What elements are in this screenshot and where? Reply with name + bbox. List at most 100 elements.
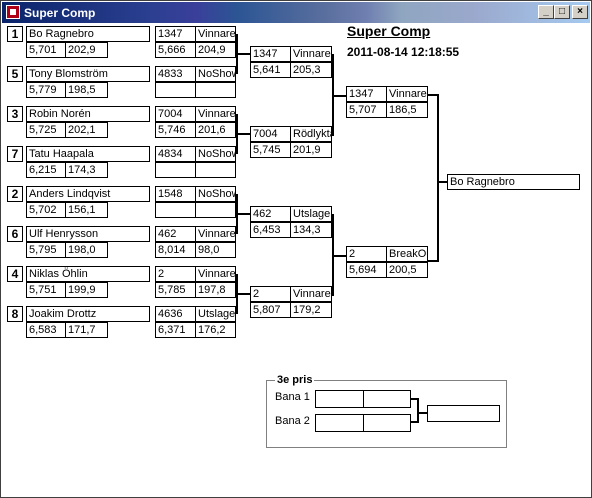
status-field[interactable]: Vinnare [290,46,332,62]
status-field[interactable]: Utslagen [195,306,236,322]
car-number-field[interactable]: 4636 [155,306,196,322]
racer-name-field[interactable]: Robin Norén [26,106,150,122]
speed-field[interactable]: 204,9 [195,42,236,58]
winner-field[interactable]: Bo Ragnebro [447,174,580,190]
page-title: Super Comp [347,23,431,39]
speed-field[interactable]: 171,7 [65,322,108,338]
reaction-time-field[interactable]: 5,795 [26,242,66,258]
reaction-time-field[interactable]: 5,641 [250,62,291,78]
status-field[interactable]: Vinnare [195,106,236,122]
status-field[interactable]: Vinnare [386,86,428,102]
status-field[interactable]: Vinnare [290,286,332,302]
bracket-line [236,133,250,135]
speed-field[interactable]: 134,3 [290,222,332,238]
reaction-time-field[interactable]: 5,779 [26,82,66,98]
third-place-winner-field[interactable] [427,405,500,422]
reaction-time-field[interactable]: 5,701 [26,42,66,58]
racer-name-field[interactable]: Bo Ragnebro [26,26,150,42]
reaction-time-field[interactable]: 6,583 [26,322,66,338]
bracket-line [437,94,439,262]
bracket-line [428,94,439,96]
lane2-time-field[interactable] [363,414,411,432]
speed-field[interactable]: 174,3 [65,162,108,178]
status-field[interactable]: NoShow [195,186,236,202]
reaction-time-field[interactable] [155,202,196,218]
seed-badge: 8 [7,306,23,322]
status-field[interactable]: Utslagen [290,206,332,222]
bracket-line [428,260,439,262]
reaction-time-field[interactable]: 5,666 [155,42,196,58]
speed-field[interactable]: 202,1 [65,122,108,138]
racer-name-field[interactable]: Tony Blomström [26,66,150,82]
car-number-field[interactable]: 2 [155,266,196,282]
status-field[interactable]: Rödlyktan [290,126,332,142]
status-field[interactable]: Vinnare [195,26,236,42]
car-number-field[interactable]: 1347 [346,86,387,102]
speed-field[interactable]: 200,5 [386,262,428,278]
car-number-field[interactable]: 1548 [155,186,196,202]
status-field[interactable]: Vinnare [195,226,236,242]
speed-field[interactable]: 197,8 [195,282,236,298]
racer-name-field[interactable]: Niklas Öhlin [26,266,150,282]
reaction-time-field[interactable]: 6,453 [250,222,291,238]
speed-field[interactable]: 201,6 [195,122,236,138]
lane2-car-field[interactable] [315,414,364,432]
speed-field[interactable] [195,162,236,178]
car-number-field[interactable]: 7004 [155,106,196,122]
car-number-field[interactable]: 462 [155,226,196,242]
speed-field[interactable]: 176,2 [195,322,236,338]
speed-field[interactable] [195,202,236,218]
car-number-field[interactable]: 4833 [155,66,196,82]
car-number-field[interactable]: 462 [250,206,291,222]
speed-field[interactable] [195,82,236,98]
car-number-field[interactable]: 1347 [155,26,196,42]
racer-name-field[interactable]: Joakim Drottz [26,306,150,322]
minimize-button[interactable]: _ [538,5,554,19]
bracket-line [236,293,250,295]
speed-field[interactable]: 186,5 [386,102,428,118]
car-number-field[interactable]: 2 [250,286,291,302]
reaction-time-field[interactable]: 5,707 [346,102,387,118]
reaction-time-field[interactable]: 8,014 [155,242,196,258]
title-bar[interactable]: Super Comp _ □ × [2,2,590,23]
reaction-time-field[interactable]: 5,702 [26,202,66,218]
speed-field[interactable]: 202,9 [65,42,108,58]
racer-name-field[interactable]: Tatu Haapala [26,146,150,162]
maximize-button[interactable]: □ [554,5,570,19]
close-button[interactable]: × [572,5,588,19]
speed-field[interactable]: 156,1 [65,202,108,218]
reaction-time-field[interactable]: 5,751 [26,282,66,298]
speed-field[interactable]: 98,0 [195,242,236,258]
reaction-time-field[interactable]: 5,807 [250,302,291,318]
racer-name-field[interactable]: Anders Lindqvist [26,186,150,202]
reaction-time-field[interactable] [155,162,196,178]
car-number-field[interactable]: 7004 [250,126,291,142]
bracket-line [417,398,419,422]
car-number-field[interactable]: 4834 [155,146,196,162]
reaction-time-field[interactable]: 5,746 [155,122,196,138]
speed-field[interactable]: 198,5 [65,82,108,98]
reaction-time-field[interactable] [155,82,196,98]
car-number-field[interactable]: 2 [346,246,387,262]
car-number-field[interactable]: 1347 [250,46,291,62]
lane1-time-field[interactable] [363,390,411,408]
status-field[interactable]: Vinnare [195,266,236,282]
status-field[interactable]: NoShow [195,146,236,162]
status-field[interactable]: BreakOut [386,246,428,262]
reaction-time-field[interactable]: 5,785 [155,282,196,298]
reaction-time-field[interactable]: 6,371 [155,322,196,338]
reaction-time-field[interactable]: 5,725 [26,122,66,138]
reaction-time-field[interactable]: 5,745 [250,142,291,158]
speed-field[interactable]: 199,9 [65,282,108,298]
bracket-line [332,255,346,257]
speed-field[interactable]: 205,3 [290,62,332,78]
status-field[interactable]: NoShow [195,66,236,82]
speed-field[interactable]: 198,0 [65,242,108,258]
lane1-car-field[interactable] [315,390,364,408]
reaction-time-field[interactable]: 6,215 [26,162,66,178]
app-icon[interactable] [6,5,20,19]
speed-field[interactable]: 201,9 [290,142,332,158]
reaction-time-field[interactable]: 5,694 [346,262,387,278]
speed-field[interactable]: 179,2 [290,302,332,318]
racer-name-field[interactable]: Ulf Henrysson [26,226,150,242]
